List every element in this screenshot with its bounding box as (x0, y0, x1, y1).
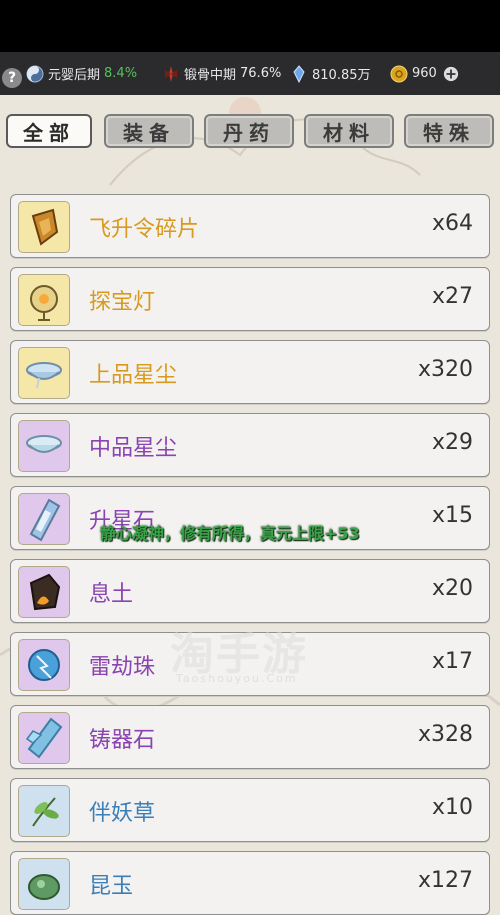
item-quantity: x17 (431, 649, 473, 674)
item-icon-frame (18, 493, 70, 545)
item-quantity: x328 (417, 722, 473, 747)
crystal-ore-icon (25, 717, 63, 759)
herb-leaf-icon (32, 797, 59, 827)
top-black-bar (0, 0, 500, 52)
body-stat: 锻骨中期 76.6% (162, 52, 281, 95)
item-name: 中品星尘 (89, 436, 178, 461)
inventory-item[interactable]: 息土 x20 (10, 559, 490, 623)
jade-stone-icon (28, 874, 60, 900)
item-icon-frame (18, 420, 70, 472)
item-name: 上品星尘 (89, 363, 178, 388)
inventory-item[interactable]: 伴妖草 x10 (10, 778, 490, 842)
item-name: 昆玉 (89, 874, 134, 899)
item-quantity: x29 (431, 430, 473, 455)
spirit-crystal-icon (293, 64, 305, 83)
realm-percent: 8.4% (104, 66, 138, 81)
item-quantity: x320 (417, 357, 473, 382)
inventory-item[interactable]: 昆玉 x127 (10, 851, 490, 915)
star-stone-icon (29, 498, 61, 542)
body-percent: 76.6% (240, 66, 282, 81)
watermark-subtext: Taoshouyou.Com (176, 672, 298, 685)
item-name: 铸器石 (89, 728, 156, 753)
add-coins-icon[interactable] (443, 66, 459, 82)
token-shard-icon (31, 208, 59, 246)
tab-materials[interactable]: 材料 (304, 114, 394, 148)
tab-equipment[interactable]: 装备 (104, 114, 194, 148)
spirit-stone-stat: 810.85万 (290, 52, 371, 95)
inventory-item[interactable]: 探宝灯 x27 (10, 267, 490, 331)
item-icon-frame (18, 566, 70, 618)
thunder-orb-icon (28, 649, 60, 681)
realm-stat: 元婴后期 8.4% (26, 52, 137, 95)
item-icon-frame (18, 274, 70, 326)
item-icon-frame (18, 201, 70, 253)
cultivation-toast: 静心凝神，修有所得，真元上限+53 (100, 524, 360, 543)
item-icon-frame (18, 785, 70, 837)
tab-pills[interactable]: 丹药 (204, 114, 294, 148)
item-quantity: x20 (431, 576, 473, 601)
item-quantity: x15 (431, 503, 473, 528)
help-button[interactable]: ? (2, 68, 22, 88)
inventory-item[interactable]: 飞升令碎片 x64 (10, 194, 490, 258)
item-icon-frame (18, 639, 70, 691)
item-icon-frame (18, 347, 70, 399)
realm-label: 元婴后期 (48, 68, 101, 83)
inventory-item[interactable]: 铸器石 x328 (10, 705, 490, 769)
coin-stat: 960 (390, 52, 459, 95)
status-bar: 元婴后期 8.4% 锻骨中期 76.6% 810.85万 960 (0, 52, 500, 95)
blade-emblem-icon (165, 65, 177, 82)
item-name: 飞升令碎片 (89, 217, 200, 242)
tab-all[interactable]: 全部 (6, 114, 92, 148)
item-name: 伴妖草 (89, 801, 156, 826)
item-name: 雷劫珠 (89, 655, 156, 680)
item-quantity: x27 (431, 284, 473, 309)
treasure-lamp-icon (30, 285, 58, 321)
item-icon-frame (18, 712, 70, 764)
stardust-bowl-icon (26, 435, 62, 453)
earth-ore-icon (29, 573, 61, 611)
item-quantity: x64 (431, 211, 473, 236)
body-label: 锻骨中期 (184, 68, 237, 83)
yin-yang-icon (26, 65, 44, 82)
spirit-stone-amount: 810.85万 (312, 68, 371, 83)
inventory-item[interactable]: 中品星尘 x29 (10, 413, 490, 477)
coin-amount: 960 (412, 66, 437, 81)
inventory-item[interactable]: 上品星尘 x320 (10, 340, 490, 404)
stardust-bowl-icon (26, 362, 62, 389)
gold-coin-icon (390, 65, 408, 82)
item-icon-frame (18, 858, 70, 910)
category-tabs: 全部 装备 丹药 材料 特殊 (0, 110, 500, 154)
tab-special[interactable]: 特殊 (404, 114, 494, 148)
item-quantity: x127 (417, 868, 473, 893)
item-name: 息土 (89, 582, 134, 607)
item-quantity: x10 (431, 795, 473, 820)
item-name: 探宝灯 (89, 290, 156, 315)
